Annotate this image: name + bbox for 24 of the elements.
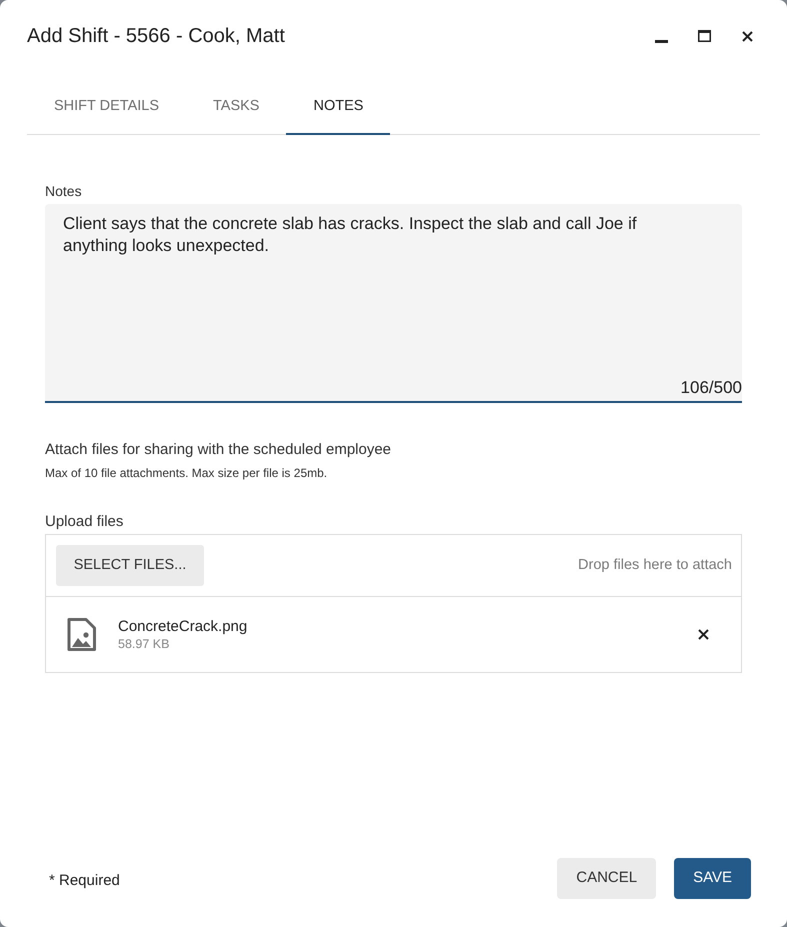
maximize-button[interactable] (697, 29, 711, 43)
window-title: Add Shift - 5566 - Cook, Matt (27, 24, 285, 49)
minimize-icon (654, 40, 668, 43)
tab[interactable]: TASKS (186, 80, 286, 135)
tab[interactable]: SHIFT DETAILS (27, 80, 186, 135)
drop-hint: Drop files here to attach (578, 556, 732, 575)
cancel-button[interactable]: CANCEL (557, 858, 656, 899)
attach-heading: Attach files for sharing with the scheduled employee (45, 441, 392, 459)
file-name: ConcreteCrack.png (118, 618, 248, 636)
required-note: * Required (49, 871, 120, 892)
select-files-button[interactable]: SELECT FILES... (56, 545, 204, 586)
notes-field[interactable]: Client says that the concrete slab has cracks. Inspect the slab and call Joe if anything looks unexpected. 106/500 (45, 204, 742, 403)
close-button[interactable] (740, 29, 754, 43)
image-file-icon (67, 618, 96, 651)
attach-hint: Max of 10 file attachments. Max size per file is 25mb. (45, 465, 328, 481)
character-counter: 106/500 (680, 377, 742, 399)
maximize-icon (698, 30, 710, 42)
tab[interactable]: NOTES (286, 80, 390, 135)
save-button[interactable]: SAVE (674, 858, 751, 899)
file-size: 58.97 KB (118, 636, 170, 652)
upload-label: Upload files (45, 513, 124, 531)
close-icon (698, 629, 708, 640)
field-label: Notes (45, 182, 83, 200)
close-icon (742, 30, 752, 42)
